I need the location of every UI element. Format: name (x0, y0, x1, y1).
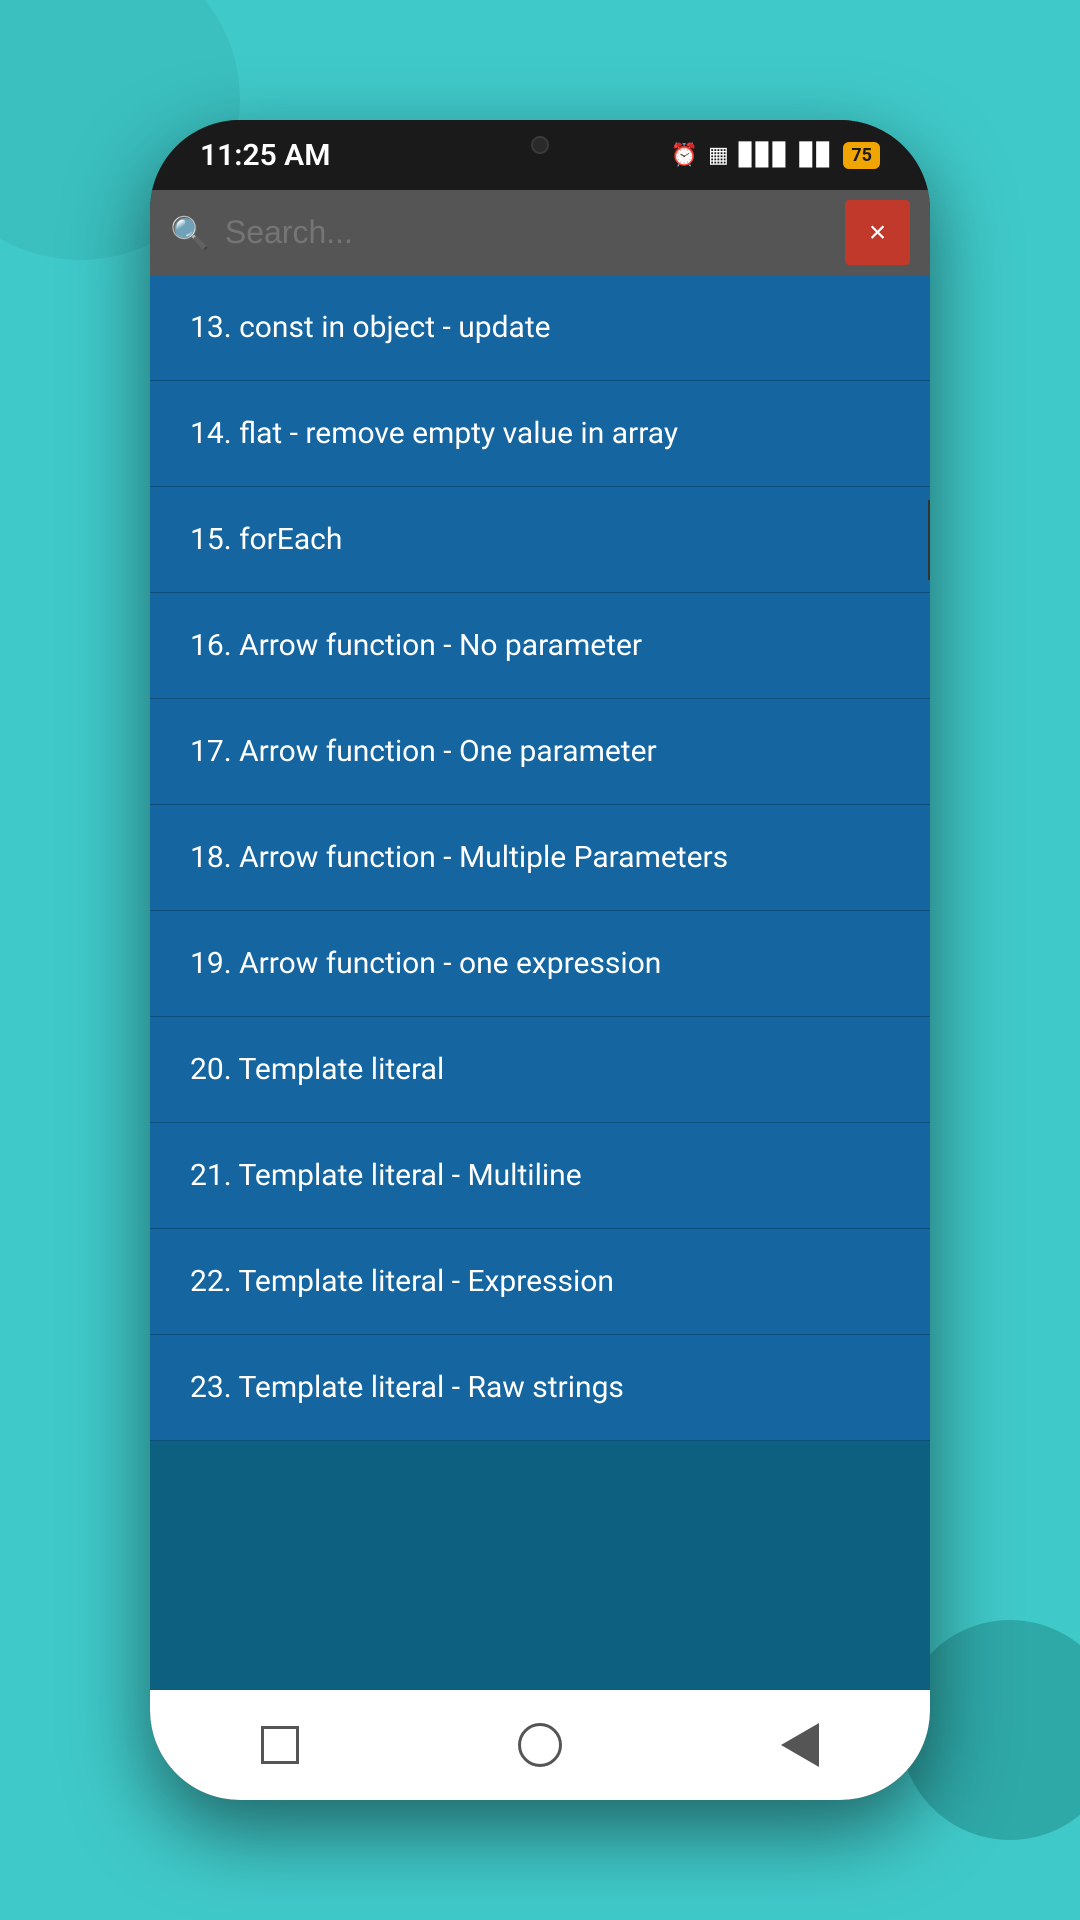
list-item[interactable]: 15. forEach (150, 487, 930, 593)
recents-button[interactable] (253, 1718, 308, 1773)
back-icon (781, 1723, 819, 1767)
list-item[interactable]: 16. Arrow function - No parameter (150, 593, 930, 699)
notch (480, 120, 600, 170)
search-input[interactable] (225, 214, 830, 251)
list-item[interactable]: 19. Arrow function - one expression (150, 911, 930, 1017)
list-item-text: 19. Arrow function - one expression (190, 946, 661, 981)
search-clear-button[interactable]: × (845, 200, 910, 265)
list-item[interactable]: 23. Template literal - Raw strings (150, 1335, 930, 1441)
list-item[interactable]: 14. flat - remove empty value in array (150, 381, 930, 487)
list-item[interactable]: 21. Template literal - Multiline (150, 1123, 930, 1229)
bottom-nav (150, 1690, 930, 1800)
list-item-text: 13. const in object - update (190, 310, 551, 345)
list-item-text: 18. Arrow function - Multiple Parameters (190, 840, 728, 875)
list-item-text: 22. Template literal - Expression (190, 1264, 614, 1299)
alarm-icon: ⏰ (671, 143, 698, 168)
side-button (928, 500, 930, 580)
search-bar: 🔍 × (150, 190, 930, 275)
list-item-text: 20. Template literal (190, 1052, 444, 1087)
status-bar: 11:25 AM ⏰ ▦ ▊▊▊ ▊▊ 75 (150, 120, 930, 190)
list-item-text: 23. Template literal - Raw strings (190, 1370, 624, 1405)
search-icon: 🔍 (170, 214, 210, 252)
back-button[interactable] (773, 1718, 828, 1773)
recents-icon (261, 1726, 299, 1764)
list-item-text: 14. flat - remove empty value in array (190, 416, 678, 451)
sim-icon: ▦ (708, 143, 729, 168)
list-item[interactable]: 17. Arrow function - One parameter (150, 699, 930, 805)
list-item-text: 17. Arrow function - One parameter (190, 734, 657, 769)
list-container: 13. const in object - update 14. flat - r… (150, 275, 930, 1690)
list-item[interactable]: 20. Template literal (150, 1017, 930, 1123)
home-icon (518, 1723, 562, 1767)
phone-frame: 11:25 AM ⏰ ▦ ▊▊▊ ▊▊ 75 🔍 × 13. const in … (150, 120, 930, 1800)
camera-dot (531, 136, 549, 154)
status-icons: ⏰ ▦ ▊▊▊ ▊▊ 75 (671, 142, 880, 169)
status-time: 11:25 AM (200, 138, 330, 173)
signal2-icon: ▊▊ (800, 143, 834, 168)
battery-icon: 75 (843, 142, 880, 169)
list-item-text: 15. forEach (190, 522, 342, 557)
signal-icon: ▊▊▊ (739, 143, 790, 168)
phone-screen: 🔍 × 13. const in object - update 14. flat… (150, 190, 930, 1800)
list-item[interactable]: 18. Arrow function - Multiple Parameters (150, 805, 930, 911)
list-item[interactable]: 13. const in object - update (150, 275, 930, 381)
list-item[interactable]: 22. Template literal - Expression (150, 1229, 930, 1335)
list-item-text: 21. Template literal - Multiline (190, 1158, 582, 1193)
home-button[interactable] (513, 1718, 568, 1773)
list-item-text: 16. Arrow function - No parameter (190, 628, 642, 663)
